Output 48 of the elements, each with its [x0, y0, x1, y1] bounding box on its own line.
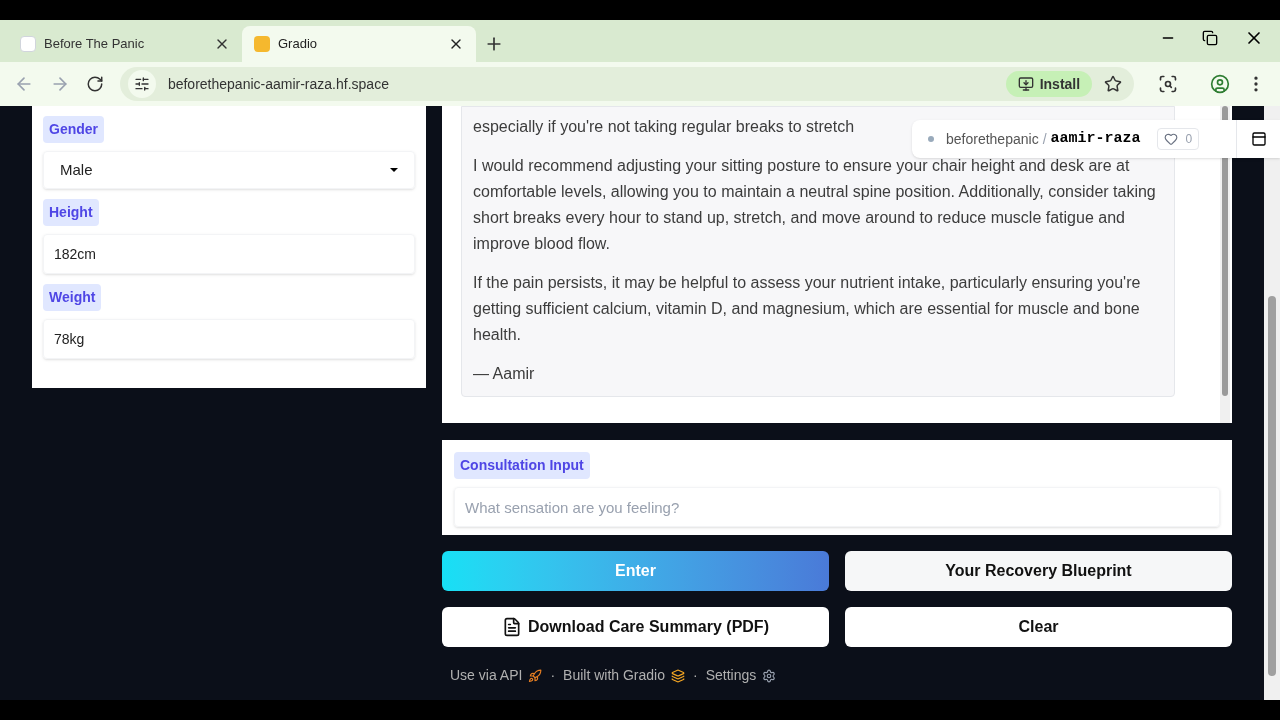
tab-title: Gradio: [278, 35, 319, 54]
space-name: aamir-raza: [1050, 128, 1141, 149]
field-label: Consultation Input: [454, 452, 590, 479]
site-info-icon[interactable]: [133, 76, 150, 92]
input-field[interactable]: 78kg: [43, 319, 415, 359]
message-paragraph: — Aamir: [473, 364, 535, 384]
tab-title: Before The Panic: [44, 35, 146, 54]
gender-dropdown[interactable]: Male: [43, 151, 415, 189]
install-icon: [1017, 76, 1034, 92]
message-paragraph: I would recommend adjusting your sitting posture to ensure your chair height and desk are at comfortable levels, allowing you to maintain a neutral spine position. Additionally, consider taking short breaks every hour to stand up, stretch, and move around to reduce muscle fatigue and improve blood flow.: [473, 156, 1157, 254]
caret-icon: [390, 168, 398, 172]
footer-link[interactable]: Use via API: [450, 665, 543, 686]
space-owner: beforethepanic: [946, 129, 1039, 149]
heart-icon: [1163, 132, 1178, 146]
url-text: beforethepanic-aamir-raza.hf.space: [167, 74, 390, 94]
browser-tab[interactable]: Gradio: [242, 26, 476, 62]
page-scrollbar[interactable]: [1264, 106, 1280, 700]
profile-icon[interactable]: [1210, 74, 1231, 94]
address-bar[interactable]: beforethepanic-aamir-raza.hf.space Install: [119, 67, 1135, 101]
tab-favicon-icon: [254, 36, 270, 52]
reload-icon[interactable]: [85, 75, 104, 93]
field-label: Height: [43, 199, 99, 226]
action-button[interactable]: Your Recovery Blueprint: [845, 551, 1232, 591]
message-paragraph: especially if you're not taking regular breaks to stretch: [473, 117, 855, 137]
settings-icon: [762, 668, 777, 683]
field-label: Weight: [43, 284, 102, 311]
browser-tab[interactable]: Before The Panic: [8, 26, 242, 62]
layers-icon: [671, 668, 685, 683]
message-paragraph: If the pain persists, it may be helpful to assess your nutrient intake, particularly ensuring you're getting sufficient calcium, vitamin D, and magnesium, which are essential for muscle and bone health.: [473, 273, 1142, 345]
action-button[interactable]: Download Care Summary (PDF): [442, 607, 829, 647]
rocket-icon: [528, 668, 543, 683]
action-button[interactable]: Clear: [845, 607, 1232, 647]
footer-separator: ·: [693, 666, 698, 685]
bookmark-star-icon[interactable]: [1104, 75, 1123, 93]
field-label: Gender: [43, 116, 104, 143]
footer-link[interactable]: Built with Gradio: [563, 665, 685, 686]
path-separator: /: [1042, 129, 1047, 149]
restore-icon[interactable]: [1202, 30, 1218, 46]
lens-icon[interactable]: [1158, 74, 1179, 94]
input-field[interactable]: 182cm: [43, 234, 415, 274]
consultation-input[interactable]: What sensation are you feeling?: [454, 487, 1220, 527]
space-logo-icon: [928, 136, 934, 142]
collapse-icon[interactable]: [1250, 131, 1267, 147]
space-badge[interactable]: beforethepanic / aamir-raza 0: [912, 120, 1280, 158]
footer-separator: ·: [550, 666, 556, 685]
install-button[interactable]: Install: [1005, 71, 1093, 97]
footer-link[interactable]: Settings: [705, 665, 777, 686]
tab-favicon-icon: [20, 36, 36, 52]
